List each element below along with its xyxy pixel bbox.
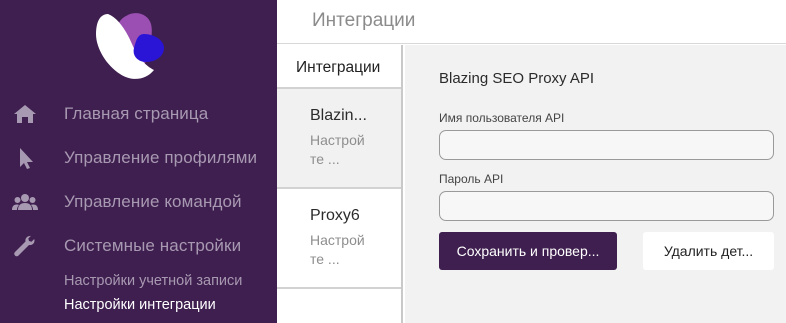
card-subtitle: Настрой	[310, 232, 365, 248]
integration-card-blazing[interactable]: Blazin... Настрой те ...	[277, 89, 401, 189]
nav-item-team[interactable]: Управление командой	[0, 184, 277, 220]
nav-item-system-settings[interactable]: Системные настройки	[0, 228, 277, 264]
sub-item-account-settings[interactable]: Настройки учетной записи	[64, 273, 242, 289]
nav-item-profiles[interactable]: Управление профилями	[0, 140, 277, 176]
nav-item-home[interactable]: Главная страница	[0, 96, 277, 132]
nav-label: Управление профилями	[64, 148, 258, 167]
list-heading-label: Интеграции	[296, 59, 381, 76]
page-header: Интеграции	[277, 0, 786, 44]
list-heading: Интеграции	[277, 45, 401, 89]
nav-label: Системные настройки	[64, 236, 242, 255]
divider	[277, 287, 401, 289]
api-password-input[interactable]	[439, 191, 774, 221]
card-subtitle-cont: те ...	[310, 151, 340, 167]
nav-label: Управление командой	[64, 192, 242, 211]
username-label: Имя пользователя API	[439, 111, 565, 125]
card-subtitle: Настрой	[310, 132, 365, 148]
integration-card-proxy6[interactable]: Proxy6 Настрой те ...	[277, 189, 401, 289]
card-title: Proxy6	[310, 207, 360, 224]
sub-item-integration-settings[interactable]: Настройки интеграции	[64, 297, 216, 313]
wrench-icon	[14, 235, 35, 257]
password-label: Пароль API	[439, 172, 504, 186]
integration-list: Интеграции Blazin... Настрой те ... Prox…	[277, 45, 403, 323]
page-title: Интеграции	[312, 10, 416, 31]
nav-label: Главная страница	[64, 104, 209, 123]
card-title: Blazin...	[310, 107, 367, 124]
team-icon	[12, 194, 38, 210]
save-and-verify-button[interactable]: Сохранить и провер...	[439, 232, 617, 270]
delete-button[interactable]: Удалить дет...	[643, 232, 774, 270]
cursor-icon	[20, 148, 33, 169]
integration-detail-panel: Blazing SEO Proxy API Имя пользователя A…	[405, 45, 786, 323]
card-subtitle-cont: те ...	[310, 251, 340, 267]
api-username-input[interactable]	[439, 130, 774, 160]
logo-icon	[96, 13, 164, 79]
detail-title: Blazing SEO Proxy API	[439, 70, 595, 87]
sidebar: Главная страница Управление профилями Уп…	[0, 0, 277, 323]
home-icon	[14, 105, 36, 123]
